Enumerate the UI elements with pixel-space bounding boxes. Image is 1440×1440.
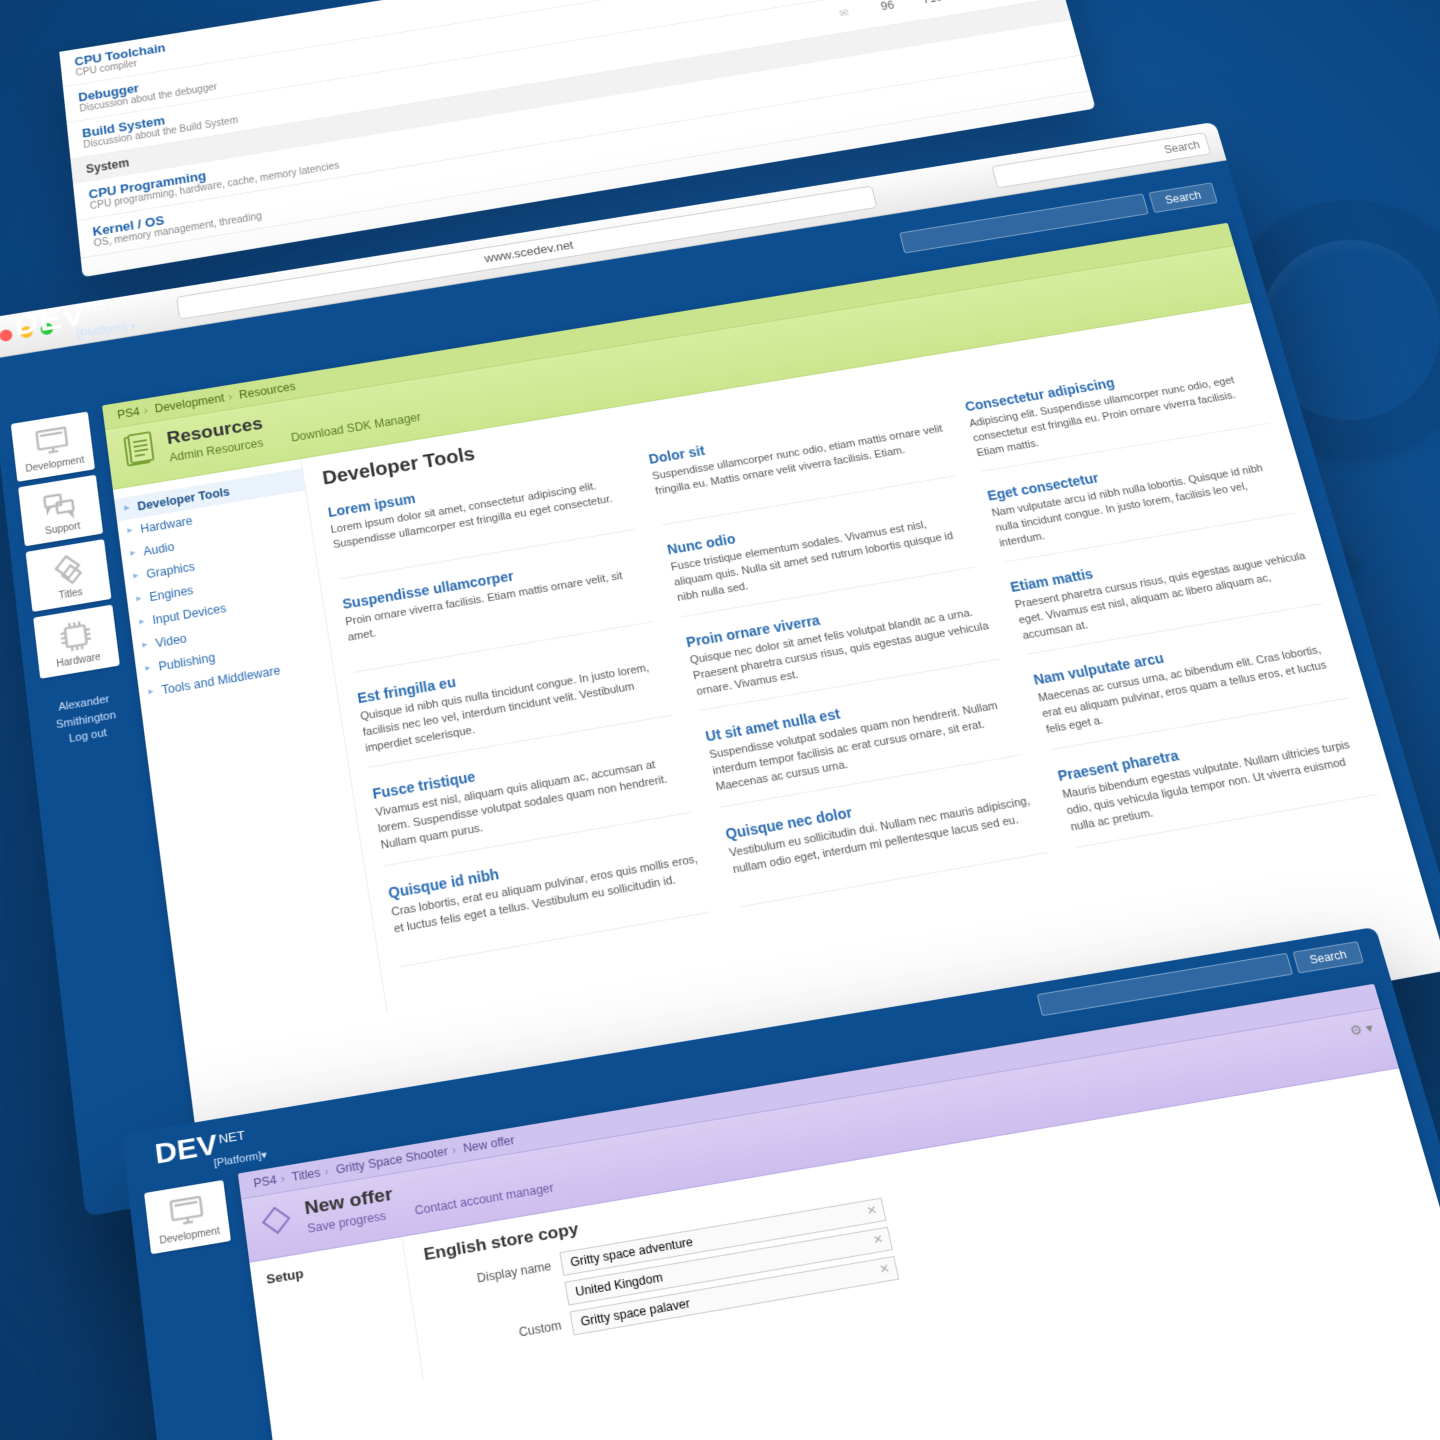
site-search-button[interactable]: Search (1293, 941, 1364, 973)
crumb[interactable]: Titles (291, 1166, 321, 1184)
clear-icon[interactable]: ✕ (872, 1232, 885, 1247)
rail-hardware[interactable]: Hardware (33, 605, 120, 679)
user-block: Alexander Smithington Log out (28, 686, 145, 754)
caret-down-icon[interactable]: ▾ (261, 1149, 268, 1161)
rail-development[interactable]: Development (144, 1180, 231, 1254)
monitor-icon (165, 1193, 209, 1231)
rail-titles[interactable]: Titles (26, 539, 112, 612)
field-label (433, 1295, 556, 1316)
crumb[interactable]: PS4 (253, 1173, 278, 1190)
monitor-icon (31, 424, 74, 460)
site-search-button[interactable]: Search (1148, 182, 1217, 213)
chat-icon (38, 487, 82, 523)
clear-icon[interactable]: ✕ (865, 1203, 878, 1218)
crumb[interactable]: PS4 (117, 405, 141, 421)
diamond-icon (46, 552, 90, 589)
rail-support[interactable]: Support (18, 475, 103, 547)
side-nav: Setup (249, 1237, 424, 1407)
logout-link[interactable]: Log out (68, 727, 107, 745)
clear-icon[interactable]: ✕ (878, 1261, 891, 1277)
crumb[interactable]: New offer (462, 1133, 515, 1155)
window-close-icon[interactable] (0, 329, 13, 343)
mail-icon: ✉ (838, 6, 850, 19)
crumb[interactable]: Resources (238, 380, 296, 402)
document-icon (118, 429, 160, 470)
rail-development[interactable]: Development (11, 412, 95, 482)
diamond-icon (254, 1199, 298, 1242)
chip-icon (54, 617, 98, 655)
